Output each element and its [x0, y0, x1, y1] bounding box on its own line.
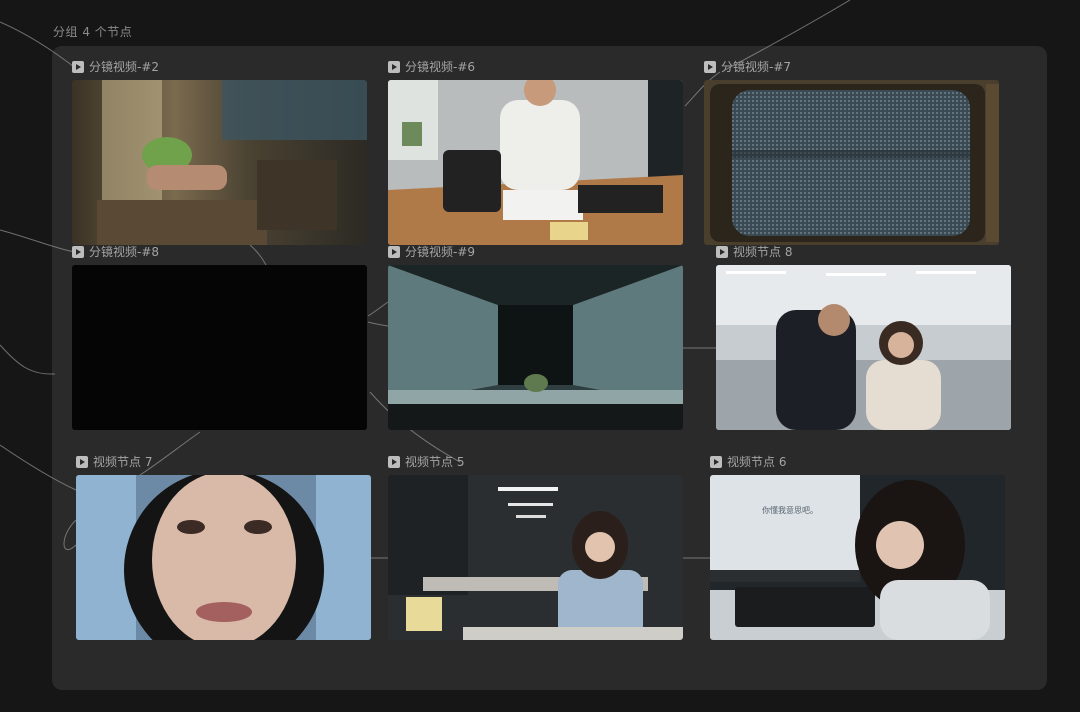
node-label: 视频节点 7 — [93, 455, 153, 469]
play-icon — [388, 246, 400, 258]
play-icon — [72, 61, 84, 73]
play-icon — [388, 456, 400, 468]
video-thumbnail[interactable] — [388, 80, 683, 245]
node-label: 视频节点 5 — [405, 455, 465, 469]
video-thumbnail[interactable]: 你懂我意思吧。 — [710, 475, 1005, 640]
video-thumbnail[interactable] — [388, 475, 683, 640]
node-label: 分镜视频-#2 — [89, 60, 160, 74]
video-thumbnail[interactable] — [72, 80, 367, 245]
node-label: 分镜视频-#7 — [721, 60, 792, 74]
play-icon — [72, 246, 84, 258]
play-icon — [716, 246, 728, 258]
node-label: 视频节点 8 — [733, 245, 793, 259]
video-thumbnail[interactable] — [76, 475, 371, 640]
play-icon — [710, 456, 722, 468]
node-label: 视频节点 6 — [727, 455, 787, 469]
video-thumbnail[interactable] — [716, 265, 1011, 430]
play-icon — [388, 61, 400, 73]
video-thumbnail[interactable] — [704, 80, 999, 245]
node-label: 分镜视频-#6 — [405, 60, 476, 74]
play-icon — [76, 456, 88, 468]
video-thumbnail[interactable] — [388, 265, 683, 430]
node-label: 分镜视频-#8 — [89, 245, 160, 259]
group-title: 分组 4 个节点 — [53, 25, 133, 39]
node-label: 分镜视频-#9 — [405, 245, 476, 259]
play-icon — [704, 61, 716, 73]
video-thumbnail[interactable] — [72, 265, 367, 430]
monitor-text: 你懂我意思吧。 — [762, 505, 818, 515]
